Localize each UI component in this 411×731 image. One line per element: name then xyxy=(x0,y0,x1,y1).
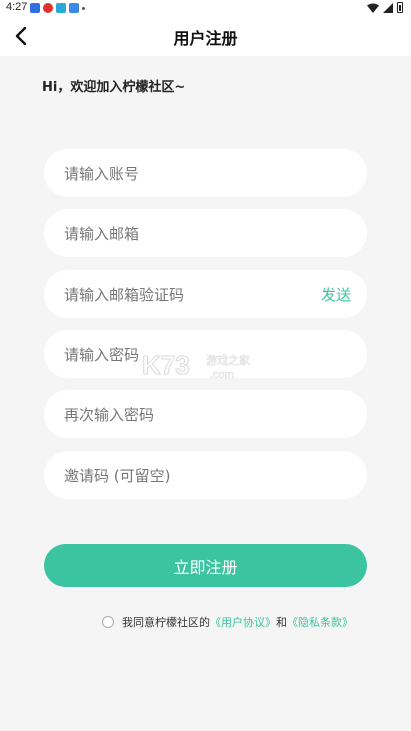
app-notification-icon xyxy=(56,3,66,13)
send-code-button[interactable]: 发送 xyxy=(321,284,351,305)
app-notification-icon xyxy=(43,3,53,13)
invite-code-field xyxy=(44,451,367,501)
signal-icon xyxy=(383,2,393,13)
register-button[interactable]: 立即注册 xyxy=(44,544,367,587)
notification-icons xyxy=(30,3,85,13)
privacy-policy-link[interactable]: 《隐私条款》 xyxy=(287,614,353,630)
email-code-field: 发送 xyxy=(44,270,367,320)
agreement-and: 和 xyxy=(276,616,287,629)
agree-checkbox[interactable] xyxy=(102,616,114,628)
account-field xyxy=(44,149,367,199)
email-field xyxy=(44,209,367,259)
system-icons xyxy=(367,2,403,13)
password-input[interactable] xyxy=(62,330,306,380)
battery-icon xyxy=(397,2,403,13)
welcome-greeting: Hi，欢迎加入柠檬社区~ xyxy=(42,80,186,95)
app-notification-icon xyxy=(30,3,40,13)
email-input[interactable] xyxy=(62,209,306,259)
more-notifications-icon xyxy=(82,7,85,10)
email-code-input[interactable] xyxy=(62,270,306,320)
app-notification-icon xyxy=(69,3,79,13)
user-agreement-link[interactable]: 《用户协议》 xyxy=(210,614,276,630)
status-bar: 4:27 xyxy=(0,0,411,16)
confirm-password-field xyxy=(44,390,367,440)
status-time: 4:27 xyxy=(6,1,28,13)
password-field xyxy=(44,330,367,380)
invite-code-input[interactable] xyxy=(62,451,306,501)
app-bar: 用户注册 xyxy=(0,16,411,56)
agreement-prefix: 我同意柠檬社区的 xyxy=(122,616,210,629)
page-title: 用户注册 xyxy=(173,29,238,48)
wifi-icon xyxy=(367,3,379,13)
account-input[interactable] xyxy=(62,149,306,199)
confirm-password-input[interactable] xyxy=(62,390,306,440)
agreement-row: 我同意柠檬社区的 《用户协议》 和 《隐私条款》 xyxy=(102,614,353,630)
